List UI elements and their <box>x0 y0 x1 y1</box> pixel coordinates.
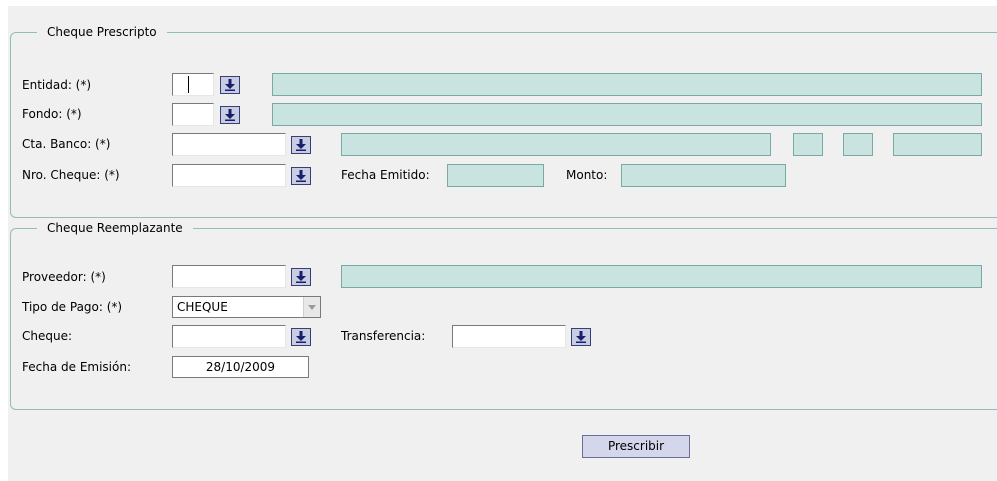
transferencia-label: Transferencia: <box>341 329 426 343</box>
download-arrow-icon <box>296 331 306 343</box>
text-caret <box>188 76 189 93</box>
cheque-reemplazante-group: Cheque Reemplazante <box>10 220 997 410</box>
proveedor-lov-button[interactable] <box>291 268 311 286</box>
download-arrow-icon <box>296 139 306 151</box>
fecha-emitido-label: Fecha Emitido: <box>341 168 430 182</box>
form-canvas: Cheque Prescripto Entidad: (*) Fondo: (*… <box>8 6 997 481</box>
cta-banco-input[interactable] <box>172 133 286 156</box>
download-arrow-icon <box>225 79 235 91</box>
cta-banco-label: Cta. Banco: (*) <box>22 137 111 151</box>
entidad-lov-button[interactable] <box>220 76 240 94</box>
cheque-reemplazante-title: Cheque Reemplazante <box>37 220 193 236</box>
tipo-pago-label: Tipo de Pago: (*) <box>22 300 123 314</box>
entidad-code-input[interactable] <box>172 73 214 96</box>
fondo-code-input[interactable] <box>172 103 214 126</box>
cheque-lov-button[interactable] <box>291 328 311 346</box>
fondo-label: Fondo: (*) <box>22 107 82 121</box>
nro-cheque-lov-button[interactable] <box>291 167 311 185</box>
entidad-label: Entidad: (*) <box>22 78 92 92</box>
fecha-emitido-value <box>447 164 544 187</box>
fondo-description <box>272 103 982 126</box>
download-arrow-icon <box>225 109 235 121</box>
transferencia-input[interactable] <box>452 325 566 348</box>
nro-cheque-label: Nro. Cheque: (*) <box>22 168 120 182</box>
cta-banco-lov-button[interactable] <box>291 136 311 154</box>
chevron-down-icon[interactable] <box>303 297 320 317</box>
proveedor-description <box>341 265 982 288</box>
monto-value <box>621 164 786 187</box>
tipo-pago-value: CHEQUE <box>177 300 228 314</box>
cheque-label: Cheque: <box>22 329 73 343</box>
proveedor-input[interactable] <box>172 265 286 288</box>
download-arrow-icon <box>576 331 586 343</box>
download-arrow-icon <box>296 271 306 283</box>
fecha-emision-input[interactable]: 28/10/2009 <box>172 356 309 378</box>
cta-banco-description <box>341 133 771 156</box>
cta-banco-extra-2 <box>843 133 873 156</box>
download-arrow-icon <box>296 170 306 182</box>
proveedor-label: Proveedor: (*) <box>22 270 106 284</box>
fecha-emision-label: Fecha de Emisión: <box>22 360 131 374</box>
nro-cheque-input[interactable] <box>172 164 286 187</box>
fondo-lov-button[interactable] <box>220 106 240 124</box>
cheque-input[interactable] <box>172 325 286 348</box>
prescribir-button[interactable]: Prescribir <box>582 435 690 458</box>
cta-banco-extra-1 <box>793 133 823 156</box>
transferencia-lov-button[interactable] <box>571 328 591 346</box>
cheque-prescripto-title: Cheque Prescripto <box>37 24 167 40</box>
monto-label: Monto: <box>566 168 608 182</box>
cta-banco-extra-3 <box>893 133 982 156</box>
entidad-description <box>272 73 982 96</box>
tipo-pago-select[interactable]: CHEQUE <box>172 296 321 318</box>
